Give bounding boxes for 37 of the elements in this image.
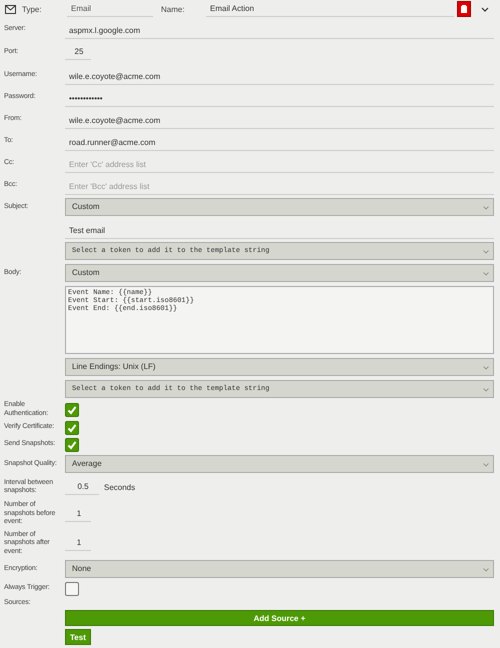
- dropdown[interactable]: Line Endings: Unix (LF): [65, 358, 494, 376]
- mail-icon: [5, 4, 16, 14]
- number-field[interactable]: 0.5: [65, 479, 99, 495]
- input-field[interactable]: wile.e.coyote@acme.com: [65, 110, 494, 128]
- delete-button[interactable]: [457, 1, 471, 17]
- number-field[interactable]: 1: [65, 535, 91, 552]
- chevron-down-icon: [483, 463, 489, 467]
- dropdown[interactable]: Average: [65, 455, 494, 473]
- chevron-down-icon: [483, 250, 489, 254]
- dropdown[interactable]: None: [65, 560, 494, 578]
- trash-icon: [461, 5, 467, 13]
- chevron-down-icon[interactable]: [481, 6, 489, 12]
- number-field[interactable]: 25: [65, 44, 91, 60]
- input-field[interactable]: Test email: [65, 220, 494, 238]
- checkbox[interactable]: [65, 438, 79, 452]
- dropdown[interactable]: Custom: [65, 264, 494, 282]
- checkbox[interactable]: [65, 402, 79, 416]
- number-field[interactable]: 1: [65, 506, 91, 522]
- input-field[interactable]: ••••••••••••: [65, 88, 494, 106]
- chevron-down-icon: [483, 272, 489, 276]
- input-field[interactable]: road.runner@acme.com: [65, 132, 494, 150]
- input-field[interactable]: wile.e.coyote@acme.com: [65, 66, 494, 84]
- chevron-down-icon: [483, 366, 489, 370]
- name-label: Name:: [161, 4, 186, 14]
- test-button[interactable]: Test: [65, 629, 91, 645]
- chevron-down-icon: [483, 568, 489, 572]
- name-field[interactable]: Email Action: [206, 1, 454, 17]
- chevron-down-icon: [483, 388, 489, 392]
- add-source-button[interactable]: Add Source +: [65, 610, 494, 626]
- type-label: Type:: [22, 4, 43, 14]
- input-field[interactable]: aspmx.l.google.com: [65, 20, 494, 38]
- chevron-down-icon: [483, 206, 489, 210]
- checkbox[interactable]: [65, 582, 79, 596]
- unit-label: Seconds: [104, 482, 136, 492]
- checkbox[interactable]: [65, 420, 79, 434]
- type-field[interactable]: Email: [67, 1, 153, 17]
- dropdown[interactable]: Custom: [65, 198, 494, 216]
